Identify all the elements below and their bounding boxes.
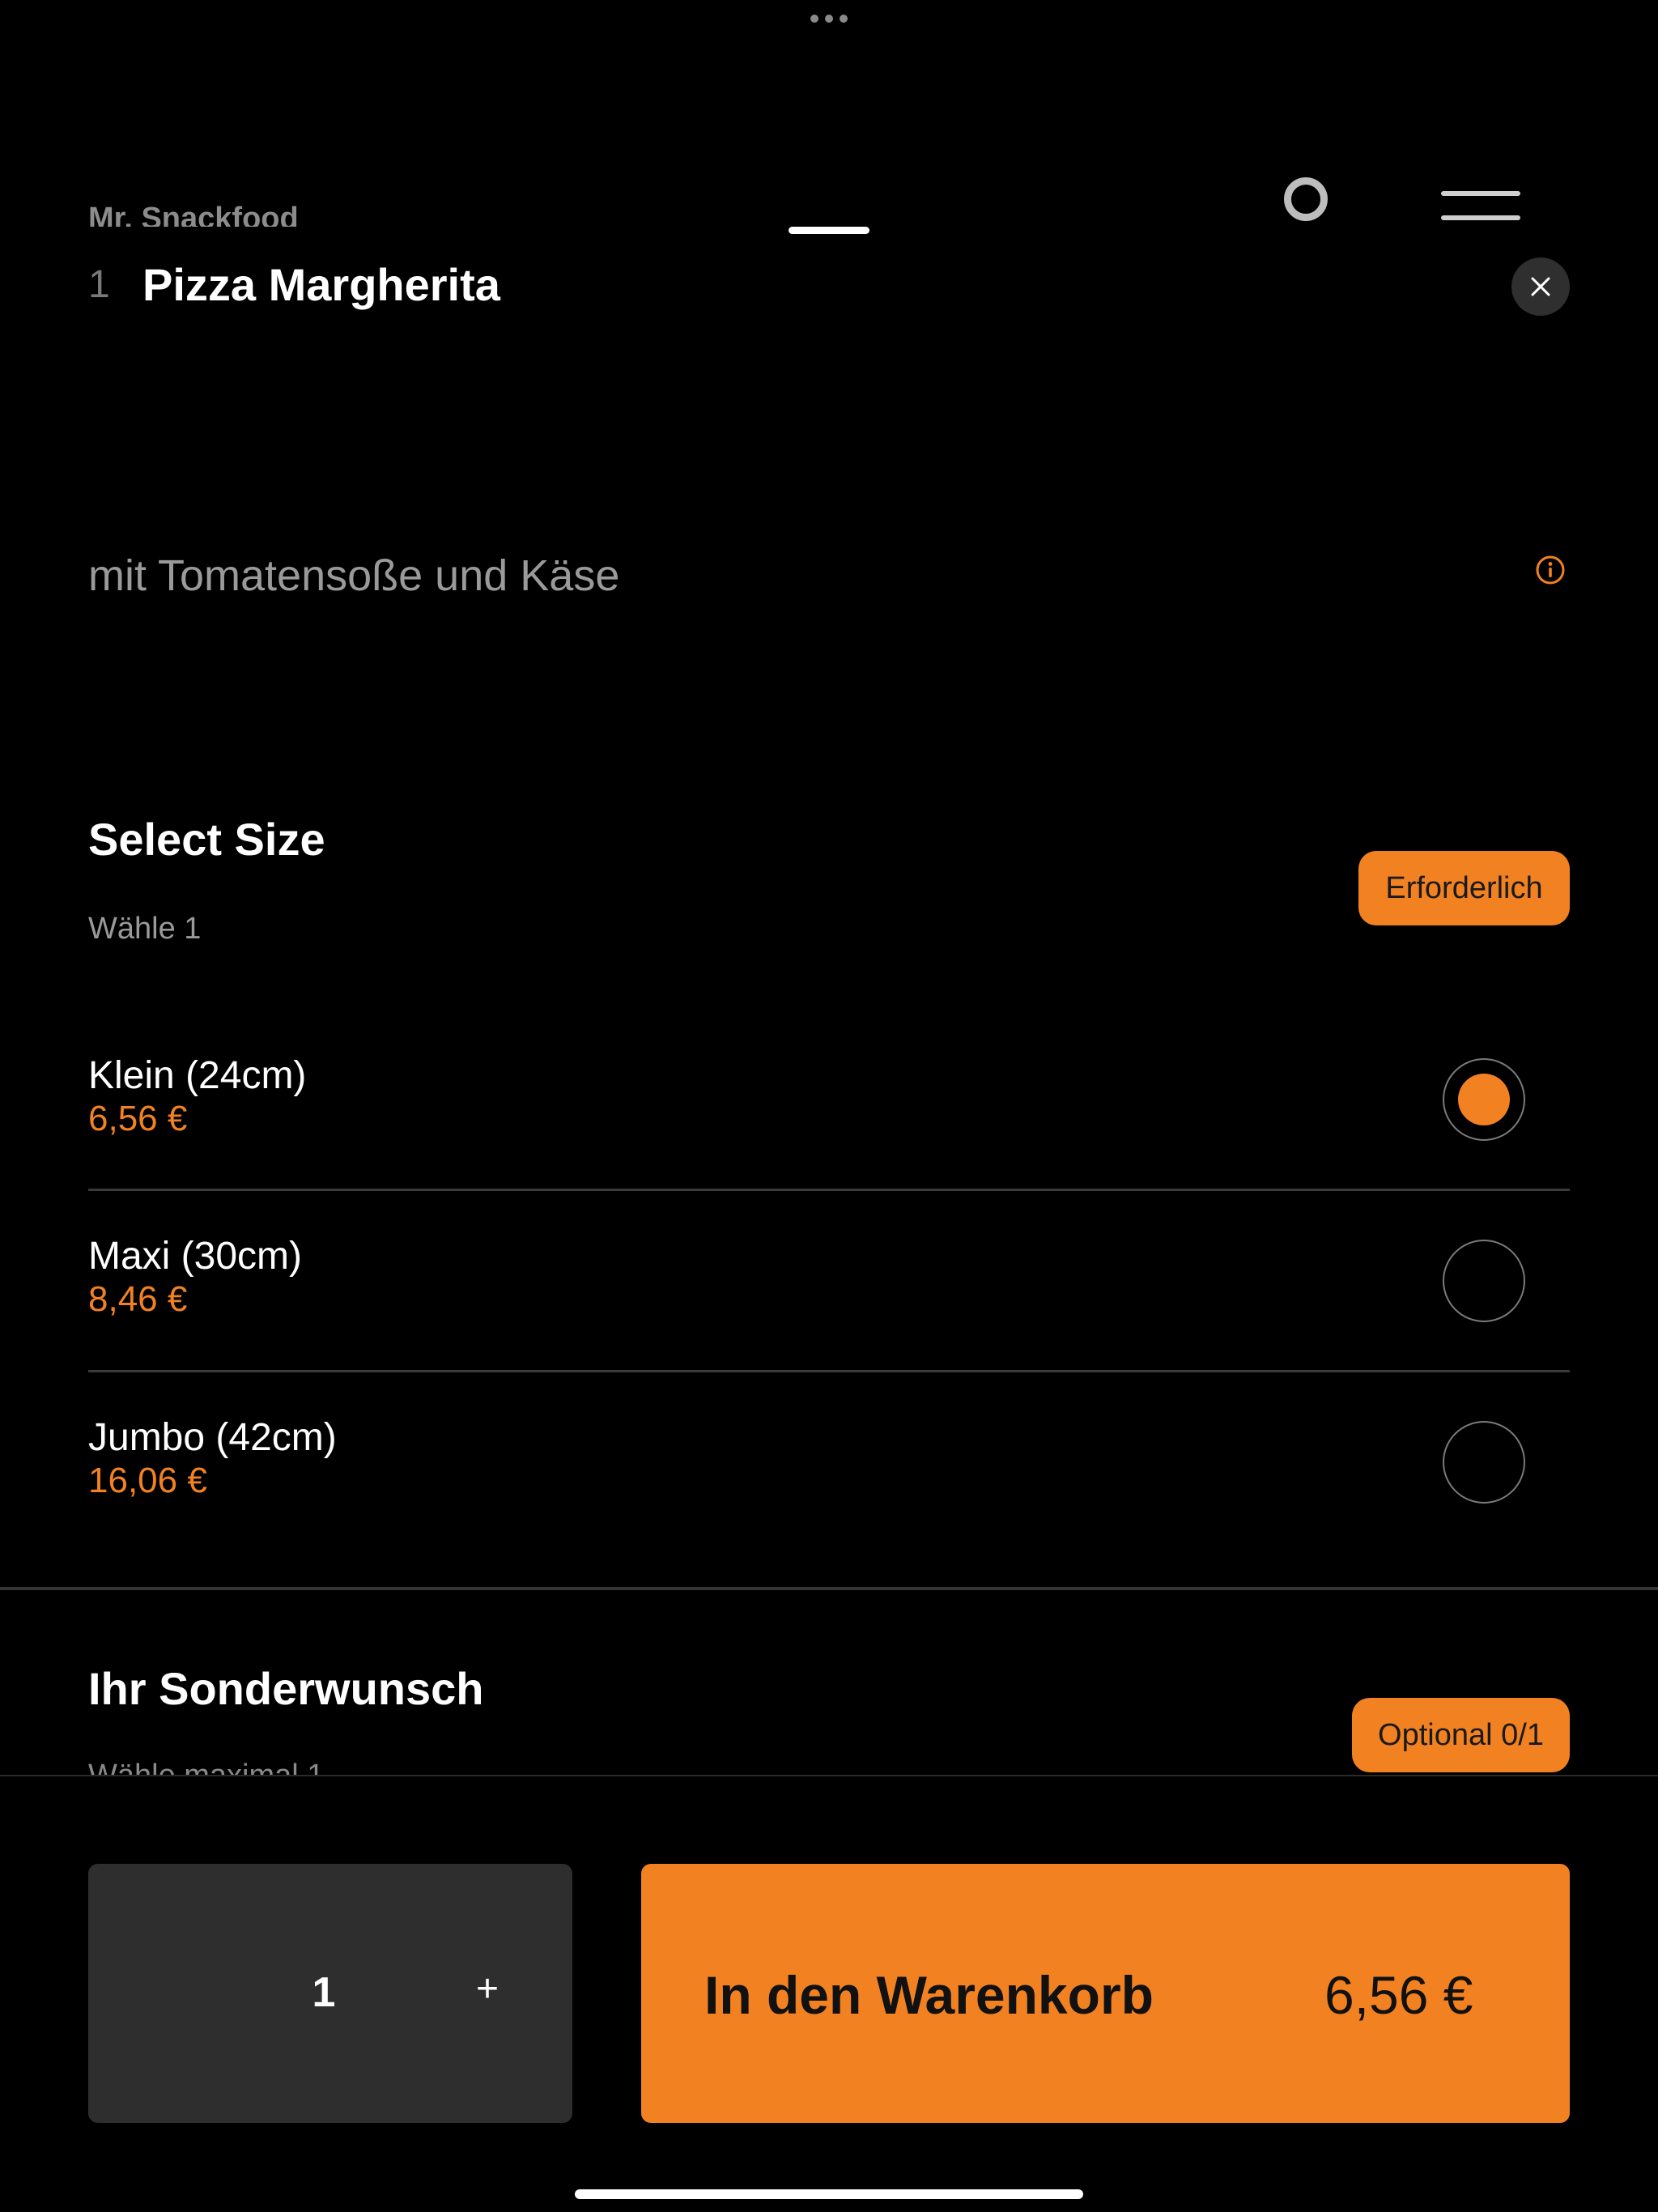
item-title: Pizza Margherita — [142, 259, 500, 310]
sheet-grabber[interactable] — [789, 227, 869, 234]
size-option-maxi[interactable]: Maxi (30cm) 8,46 € — [88, 1190, 1570, 1372]
add-to-cart-label: In den Warenkorb — [704, 1965, 1154, 2025]
radio-button[interactable] — [1443, 1421, 1525, 1504]
optional-badge: Optional 0/1 — [1352, 1698, 1570, 1772]
item-description: mit Tomatensoße und Käse — [88, 551, 620, 600]
size-option-jumbo[interactable]: Jumbo (42cm) 16,06 € — [88, 1372, 1570, 1553]
info-icon[interactable] — [1535, 555, 1566, 585]
radio-button-selected[interactable] — [1443, 1058, 1525, 1141]
quantity-value: 1 — [312, 1969, 336, 2016]
option-price: 16,06 € — [88, 1461, 207, 1500]
close-icon — [1531, 277, 1550, 296]
store-name: Mr. Snackfood — [88, 202, 299, 227]
special-section-subtitle: Wähle maximal 1 — [88, 1757, 324, 1775]
size-section-subtitle: Wähle 1 — [88, 912, 202, 946]
special-section-title: Ihr Sonderwunsch — [88, 1663, 484, 1714]
option-label: Maxi (30cm) — [88, 1235, 303, 1278]
quantity-plus-button[interactable]: + — [463, 1961, 512, 2018]
size-option-klein[interactable]: Klein (24cm) 6,56 € — [88, 1008, 1570, 1191]
size-section-title: Select Size — [88, 814, 325, 865]
option-label: Jumbo (42cm) — [88, 1416, 337, 1459]
add-to-cart-price: 6,56 € — [1324, 1965, 1473, 2025]
option-price: 8,46 € — [88, 1279, 188, 1319]
circle-icon[interactable] — [1284, 177, 1328, 221]
radio-dot — [1458, 1074, 1510, 1125]
section-divider — [0, 1587, 1658, 1590]
option-price: 6,56 € — [88, 1099, 188, 1138]
multitask-dots-icon[interactable] — [810, 15, 848, 23]
item-number: 1 — [88, 263, 110, 306]
option-label: Klein (24cm) — [88, 1054, 307, 1097]
required-badge: Erforderlich — [1358, 851, 1570, 925]
radio-button[interactable] — [1443, 1240, 1525, 1322]
close-button[interactable] — [1511, 257, 1570, 316]
home-indicator[interactable] — [575, 2189, 1083, 2199]
menu-icon[interactable] — [1441, 191, 1520, 223]
